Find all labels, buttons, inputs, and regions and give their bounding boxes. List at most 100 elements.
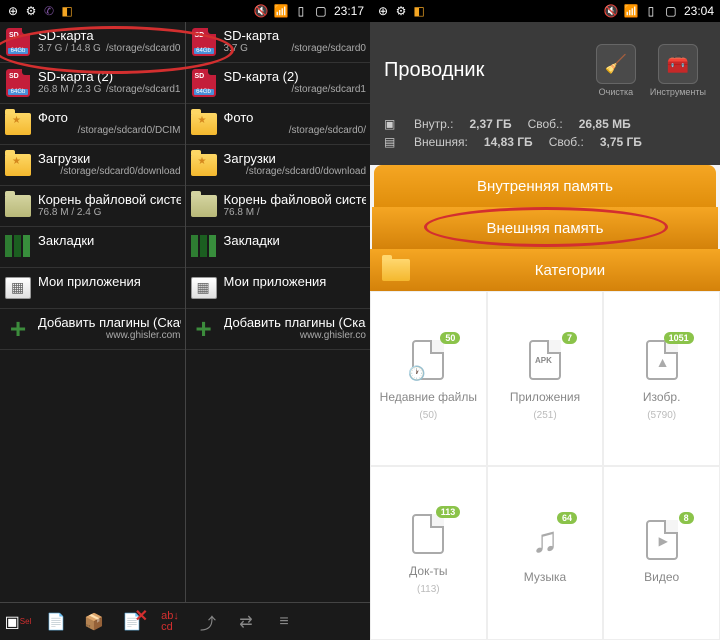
gear-icon: ⚙ [394, 4, 408, 18]
plus-icon: + [190, 315, 218, 343]
file-item-apps[interactable]: Мои приложения [186, 268, 371, 309]
file-pane-left: 64GbSD-карта3.7 G / 14.8 G/storage/sdcar… [0, 22, 186, 602]
status-bar-left: ⊕ ⚙ ✆ ◧ 🔇 📶 ▯ ▢ 23:17 [0, 0, 370, 22]
category-icon: 113 [404, 510, 452, 558]
category-label: Видео [644, 570, 679, 584]
folder-star-icon [4, 151, 32, 179]
category-label: Недавние файлы [380, 390, 477, 404]
category-label: Изобр. [643, 390, 681, 404]
file-item-photo[interactable]: Фото/storage/sdcard0/ [186, 104, 371, 145]
category-label: Приложения [510, 390, 580, 404]
file-path: www.ghisler.com [38, 330, 181, 341]
category-icon: 7 [521, 336, 569, 384]
sort-button[interactable]: ab↓cd [156, 608, 184, 636]
folder-star-icon [190, 151, 218, 179]
clean-button[interactable]: 🧹 Очистка [596, 44, 636, 97]
battery-icon: ▢ [314, 4, 328, 18]
file-item-downloads[interactable]: Загрузки/storage/sdcard0/download [186, 145, 371, 186]
file-item-downloads[interactable]: Загрузки/storage/sdcard0/download [0, 145, 185, 186]
menu-button[interactable]: ≡ [270, 608, 298, 636]
category-Изобр.[interactable]: 1051Изобр.(5790) [603, 291, 720, 466]
file-item-plugins[interactable]: +Добавить плагины (Скачать)www.ghisler.c… [0, 309, 185, 350]
wifi-icon: 📶 [274, 4, 288, 18]
category-Недавние файлы[interactable]: 50 Недавние файлы (50) [370, 291, 487, 466]
file-pane-right: 64GbSD-карта3.7 G/storage/sdcard064GbSD-… [186, 22, 371, 602]
select-button[interactable]: ▣Sel [4, 608, 32, 636]
category-icon: 50 [404, 336, 452, 384]
category-Музыка[interactable]: ♫64 Музыка [487, 466, 604, 640]
folder-icon [382, 259, 410, 281]
phone-storage-icon: ▣ [384, 117, 398, 131]
phone-left-screenshot: ⊕ ⚙ ✆ ◧ 🔇 📶 ▯ ▢ 23:17 64GbSD-карта3.7 G … [0, 0, 370, 640]
badge: 50 [440, 332, 460, 344]
file-item-bookmarks[interactable]: Закладки [0, 227, 185, 268]
file-path [260, 207, 366, 218]
file-path: /storage/sdcard0/ [224, 125, 367, 136]
file-item-root[interactable]: Корень файловой системы76.8 M / 2.4 G [0, 186, 185, 227]
delete-button[interactable]: 📄✕ [118, 608, 146, 636]
sim-icon: ▯ [644, 4, 658, 18]
plus-status-icon: ⊕ [6, 4, 20, 18]
badge: 7 [562, 332, 577, 344]
bookmark-icon [4, 233, 32, 261]
plus-icon: + [4, 315, 32, 343]
swap-button[interactable]: ⇄ [232, 608, 260, 636]
file-path: www.ghisler.co [224, 330, 367, 341]
file-size: 76.8 M / 2.4 G [38, 207, 101, 218]
category-Док-ты[interactable]: 113Док-ты(113) [370, 466, 487, 640]
file-item-sd0[interactable]: 64GbSD-карта3.7 G/storage/sdcard0 [186, 22, 371, 63]
file-item-plugins[interactable]: + Добавить плагины (Скачать)www.ghisler.c… [186, 309, 371, 350]
file-item-root[interactable]: Корень файловой системы76.8 M / [186, 186, 371, 227]
status-bar-right: ⊕ ⚙ ◧ 🔇 📶 ▯ ▢ 23:04 [370, 0, 720, 22]
file-name: Мои приложения [224, 274, 367, 289]
category-icon: ♫64 [521, 516, 569, 564]
file-name: Добавить плагины (Скачать) [224, 315, 367, 330]
file-name: SD-карта [38, 28, 181, 43]
category-count: (50) [419, 410, 437, 421]
app-icon: ◧ [412, 4, 426, 18]
file-name: Загрузки [224, 151, 367, 166]
badge: 1051 [664, 332, 694, 344]
apps-icon [190, 274, 218, 302]
category-Приложения[interactable]: 7 Приложения (251) [487, 291, 604, 466]
file-name: Фото [224, 110, 367, 125]
category-label: Музыка [524, 570, 566, 584]
category-count: (251) [533, 410, 556, 421]
file-item-sd1[interactable]: 64GbSD-карта (2)26.8 M / 2.3 G/storage/s… [0, 63, 185, 104]
wifi-icon: 📶 [624, 4, 638, 18]
category-Видео[interactable]: 8 Видео [603, 466, 720, 640]
badge: 64 [557, 512, 577, 524]
bookmark-icon [190, 233, 218, 261]
viber-icon: ✆ [42, 4, 56, 18]
file-name: SD-карта (2) [224, 69, 367, 84]
tab-internal-memory[interactable]: Внутренняя память [374, 165, 716, 207]
bottom-toolbar: ▣Sel 📄 📦 📄✕ ab↓cd ⤴ ⇄ ≡ [0, 602, 370, 640]
file-path: /storage/sdcard0/download [224, 166, 367, 177]
tab-categories[interactable]: Категории [370, 249, 720, 291]
file-name: Мои приложения [38, 274, 181, 289]
file-path [101, 207, 180, 218]
sd-icon: 64Gb [190, 69, 218, 97]
explorer-header: Проводник 🧹 Очистка 🧰 Инструменты [370, 22, 720, 111]
updir-icon[interactable]: ⤴ [194, 608, 222, 636]
file-item-sd1[interactable]: 64GbSD-карта (2)/storage/sdcard1 [186, 63, 371, 104]
clock-right: 23:04 [684, 4, 714, 18]
file-size: 3.7 G / 14.8 G [38, 43, 101, 54]
copy-button[interactable]: 📄 [42, 608, 70, 636]
root-icon [190, 192, 218, 220]
pack-button[interactable]: 📦 [80, 608, 108, 636]
file-item-bookmarks[interactable]: Закладки [186, 227, 371, 268]
file-size: 26.8 M / 2.3 G [38, 84, 101, 95]
tab-external-memory[interactable]: Внешняя память [372, 207, 718, 249]
badge: 8 [679, 512, 694, 524]
tools-button[interactable]: 🧰 Инструменты [650, 44, 706, 97]
file-path: /storage/sdcard0/DCIM [38, 125, 181, 136]
sd-icon: 64Gb [190, 28, 218, 56]
category-count: (113) [417, 584, 440, 595]
brush-icon: 🧹 [596, 44, 636, 84]
file-path: /storage/sdcard1 [101, 84, 180, 95]
file-item-photo[interactable]: Фото/storage/sdcard0/DCIM [0, 104, 185, 145]
file-name: SD-карта [224, 28, 367, 43]
file-item-sd0[interactable]: 64GbSD-карта3.7 G / 14.8 G/storage/sdcar… [0, 22, 185, 63]
file-item-apps[interactable]: Мои приложения [0, 268, 185, 309]
